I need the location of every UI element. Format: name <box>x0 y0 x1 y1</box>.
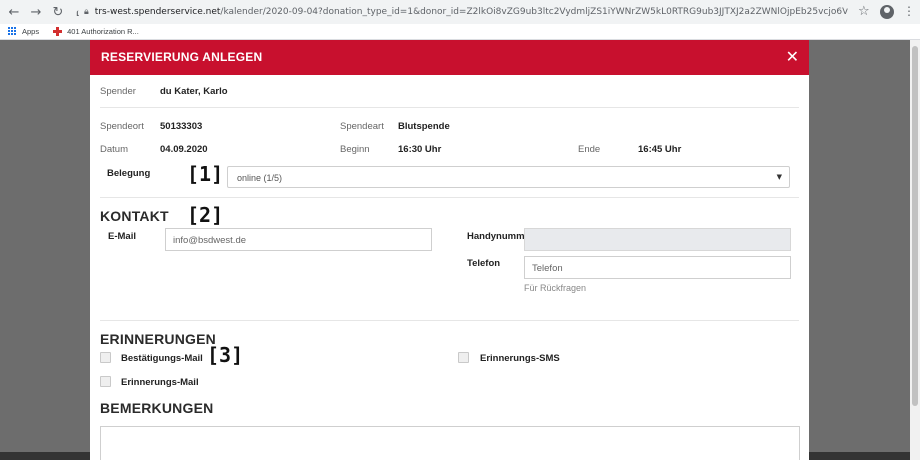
telefon-hint: Für Rückfragen <box>524 283 587 293</box>
spendeart-label: Spendeart <box>340 121 384 132</box>
annotation-marker-3: [3] <box>207 343 244 367</box>
erinnerungs-sms-checkbox[interactable] <box>458 352 469 363</box>
beginn-value: 16:30 Uhr <box>398 144 442 155</box>
bemerkungen-heading: BEMERKUNGEN <box>100 400 214 416</box>
donor-value: du Kater, Karlo <box>160 86 228 97</box>
spendeort-label: Spendeort <box>100 121 144 132</box>
ende-label: Ende <box>578 144 601 155</box>
email-field[interactable]: info@bsdwest.de <box>165 228 432 251</box>
reload-icon[interactable]: ↻ <box>50 4 66 20</box>
erinnerungs-mail-checkbox[interactable] <box>100 376 111 387</box>
reservation-modal: RESERVIERUNG ANLEGEN ✕ Spender du Kater,… <box>90 40 809 460</box>
forward-icon[interactable]: → <box>28 4 44 20</box>
page-scrollbar[interactable] <box>910 40 920 460</box>
lock-icon: 🔒︎ <box>84 7 89 17</box>
handy-field[interactable] <box>524 228 791 251</box>
erinnerungen-heading: ERINNERUNGEN <box>100 331 216 347</box>
datum-label: Datum <box>100 144 128 155</box>
belegung-label: Belegung <box>107 168 151 179</box>
chevron-down-icon: ▼ <box>776 173 782 181</box>
bookmarks-bar: Apps 401 Authorization R... <box>0 24 920 40</box>
scroll-thumb[interactable] <box>912 46 918 406</box>
spendeart-value: Blutspende <box>398 121 450 132</box>
datum-value: 04.09.2020 <box>160 144 208 155</box>
red-cross-icon <box>53 27 63 36</box>
divider <box>100 107 799 108</box>
apps-grid-icon[interactable] <box>8 27 17 36</box>
erinnerungs-mail-label: Erinnerungs-Mail <box>121 377 199 388</box>
bestaetigungs-mail-checkbox[interactable] <box>100 352 111 363</box>
url-path: /kalender/2020-09-04?donation_type_id=1&… <box>220 7 848 17</box>
annotation-marker-1: [1] <box>187 162 224 186</box>
divider <box>100 320 799 321</box>
kontakt-heading: KONTAKT <box>100 208 169 224</box>
divider <box>100 197 799 198</box>
email-label: E-Mail <box>108 231 136 242</box>
address-bar[interactable]: 🔒︎ trs-west.spenderservice.net/kalender/… <box>78 3 848 21</box>
spendeort-value: 50133303 <box>160 121 203 132</box>
donor-label: Spender <box>100 86 136 97</box>
url-host: trs-west.spenderservice.net <box>94 7 221 17</box>
modal-header: RESERVIERUNG ANLEGEN ✕ <box>90 40 809 75</box>
bookmark-star-icon[interactable]: ☆ <box>858 4 870 19</box>
telefon-label: Telefon <box>467 258 501 269</box>
modal-title: RESERVIERUNG ANLEGEN <box>101 50 263 64</box>
bestaetigungs-mail-label: Bestätigungs-Mail <box>121 353 203 364</box>
close-icon[interactable]: ✕ <box>786 47 799 66</box>
erinnerungs-sms-label: Erinnerungs-SMS <box>480 353 560 364</box>
bemerkungen-textarea[interactable] <box>100 426 800 460</box>
bookmark-authorization[interactable]: 401 Authorization R... <box>67 27 139 36</box>
email-value: info@bsdwest.de <box>173 235 247 246</box>
ende-value: 16:45 Uhr <box>638 144 682 155</box>
belegung-selected-value: online (1/5) <box>237 173 283 183</box>
annotation-marker-2: [2] <box>187 203 224 227</box>
beginn-label: Beginn <box>340 144 370 155</box>
telefon-field[interactable]: Telefon <box>524 256 791 279</box>
browser-menu-icon[interactable]: ⋮ <box>903 4 915 18</box>
handy-label: Handynummer <box>467 231 525 242</box>
bookmark-apps[interactable]: Apps <box>22 27 39 36</box>
telefon-placeholder: Telefon <box>532 263 563 274</box>
account-icon[interactable] <box>880 5 894 19</box>
belegung-select[interactable]: online (1/5) ▼ <box>227 166 790 188</box>
back-icon[interactable]: ← <box>6 4 22 20</box>
